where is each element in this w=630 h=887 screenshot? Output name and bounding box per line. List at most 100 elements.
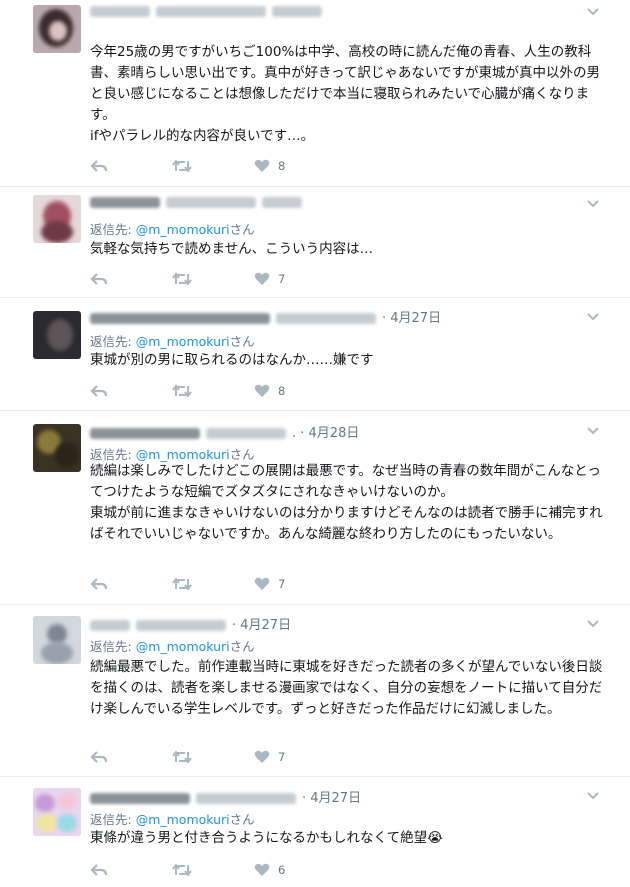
avatar[interactable] — [33, 788, 81, 836]
timestamp-blurred[interactable] — [272, 6, 322, 17]
like-button[interactable]: 7 — [254, 747, 285, 767]
display-name-blurred[interactable] — [90, 428, 200, 439]
reply-button[interactable] — [90, 381, 108, 401]
reply-item[interactable]: · 4月27日 返信先: @m_momokuriさん 東條が違う男と付き合うよう… — [0, 777, 630, 887]
like-count: 7 — [278, 272, 286, 286]
reply-button[interactable] — [90, 574, 108, 594]
reply-date[interactable]: 4月27日 — [310, 791, 361, 806]
chevron-down-icon[interactable] — [586, 309, 600, 323]
chevron-down-icon[interactable] — [586, 196, 600, 210]
username-blurred[interactable] — [276, 313, 376, 324]
chevron-down-icon[interactable] — [586, 616, 600, 630]
display-name-blurred[interactable] — [90, 793, 190, 804]
replying-to: 返信先: @m_momokuriさん — [90, 219, 255, 238]
username-blurred[interactable] — [206, 428, 286, 439]
heart-icon — [254, 577, 270, 590]
reply-header — [90, 195, 308, 215]
separator-dot: . · — [292, 426, 309, 441]
replying-to-suffix: さん — [229, 222, 255, 237]
reply-icon — [90, 751, 108, 763]
reply-actions: 7 — [90, 747, 350, 767]
reply-button[interactable] — [90, 269, 108, 289]
replying-to-handle[interactable]: @m_momokuri — [136, 222, 230, 237]
chevron-down-icon[interactable] — [586, 423, 600, 437]
display-name-blurred[interactable] — [90, 313, 270, 324]
username-blurred[interactable] — [196, 793, 296, 804]
reply-item[interactable]: · 4月27日 返信先: @m_momokuriさん 続編最悪でした。前作連載当… — [0, 605, 630, 777]
display-name-blurred[interactable] — [90, 620, 130, 631]
reply-button[interactable] — [90, 156, 108, 176]
like-count: 6 — [278, 863, 286, 877]
avatar[interactable] — [33, 195, 81, 243]
replying-to-handle[interactable]: @m_momokuri — [136, 639, 230, 654]
replying-to-prefix: 返信先: — [90, 222, 136, 237]
like-button[interactable]: 8 — [254, 381, 285, 401]
reply-header: · 4月27日 — [90, 307, 441, 327]
retweet-icon — [172, 863, 192, 877]
like-count: 8 — [278, 384, 286, 398]
reply-icon — [90, 273, 108, 285]
like-button[interactable]: 7 — [254, 574, 285, 594]
reply-actions: 8 — [90, 156, 350, 176]
reply-date[interactable]: 4月27日 — [390, 311, 441, 326]
reply-text: 東城が別の男に取られるのはなんか……嫌です — [90, 352, 374, 368]
replying-to-prefix: 返信先: — [90, 812, 136, 827]
reply-item[interactable]: 返信先: @m_momokuriさん 気軽な気持ちで読めません、こういう内容は…… — [0, 187, 630, 298]
reply-button[interactable] — [90, 860, 108, 880]
replying-to-prefix: 返信先: — [90, 334, 136, 349]
reply-item[interactable]: 今年25歳の男ですがいちご100%は中学、高校の時に読んだ俺の青春、人生の教科書… — [0, 0, 630, 187]
retweet-button[interactable] — [172, 156, 192, 176]
chevron-down-icon[interactable] — [586, 4, 600, 18]
heart-icon — [254, 750, 270, 763]
reply-text: 気軽な気持ちで読めません、こういう内容は… — [90, 241, 374, 257]
timestamp-blurred[interactable] — [262, 197, 302, 208]
reply-date[interactable]: 4月27日 — [240, 618, 291, 633]
reply-header — [90, 4, 328, 24]
like-button[interactable]: 6 — [254, 860, 285, 880]
heart-icon — [254, 272, 270, 285]
like-count: 7 — [278, 577, 286, 591]
like-button[interactable]: 7 — [254, 269, 285, 289]
retweet-button[interactable] — [172, 574, 192, 594]
retweet-icon — [172, 384, 192, 398]
avatar[interactable] — [33, 5, 81, 53]
replying-to-suffix: さん — [229, 812, 255, 827]
reply-header: · 4月27日 — [90, 614, 291, 634]
username-blurred[interactable] — [136, 620, 226, 631]
username-blurred[interactable] — [156, 6, 266, 17]
retweet-button[interactable] — [172, 747, 192, 767]
heart-icon — [254, 384, 270, 397]
retweet-icon — [172, 272, 192, 286]
replying-to-handle[interactable]: @m_momokuri — [136, 812, 230, 827]
retweet-button[interactable] — [172, 381, 192, 401]
like-button[interactable]: 8 — [254, 156, 285, 176]
replying-to-suffix: さん — [229, 334, 255, 349]
avatar[interactable] — [33, 616, 81, 664]
retweet-icon — [172, 750, 192, 764]
retweet-button[interactable] — [172, 860, 192, 880]
reply-button[interactable] — [90, 747, 108, 767]
replying-to-prefix: 返信先: — [90, 447, 136, 462]
reply-text: 東條が違う男と付き合うようになるかもしれなくて絶望😭 — [90, 830, 443, 846]
avatar[interactable] — [33, 424, 81, 472]
heart-icon — [254, 159, 270, 172]
reply-text: 続編は楽しみでしたけどこの展開は最悪です。なぜ当時の青春の数年間がこんなとってつ… — [90, 463, 603, 542]
reply-actions: 7 — [90, 574, 350, 594]
avatar[interactable] — [33, 311, 81, 359]
like-count: 8 — [278, 159, 286, 173]
chevron-down-icon[interactable] — [586, 788, 600, 802]
reply-item[interactable]: . · 4月28日 返信先: @m_momokuriさん 続編は楽しみでしたけど… — [0, 411, 630, 605]
username-blurred[interactable] — [166, 197, 256, 208]
retweet-button[interactable] — [172, 269, 192, 289]
display-name-blurred[interactable] — [90, 6, 150, 17]
display-name-blurred[interactable] — [90, 197, 160, 208]
replying-to: 返信先: @m_momokuriさん — [90, 809, 255, 828]
reply-actions: 8 — [90, 381, 350, 401]
replying-to-handle[interactable]: @m_momokuri — [136, 334, 230, 349]
replying-to-prefix: 返信先: — [90, 639, 136, 654]
replying-to-handle[interactable]: @m_momokuri — [136, 447, 230, 462]
retweet-icon — [172, 577, 192, 591]
reply-item[interactable]: · 4月27日 返信先: @m_momokuriさん 東城が別の男に取られるのは… — [0, 298, 630, 411]
reply-header: · 4月27日 — [90, 787, 361, 807]
reply-date[interactable]: 4月28日 — [309, 426, 360, 441]
